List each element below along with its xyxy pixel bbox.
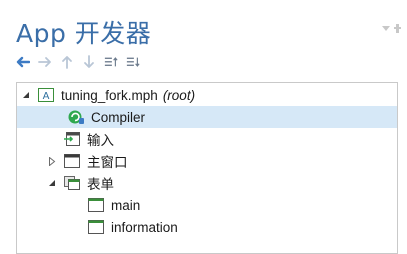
- root-name: tuning_fork.mph: [61, 87, 158, 103]
- collapse-all-icon[interactable]: [104, 55, 118, 69]
- root-suffix: (root): [162, 87, 196, 103]
- tree-node-main-window[interactable]: 主窗口: [47, 150, 128, 172]
- compiler-label: Compiler: [91, 109, 146, 125]
- back-arrow-icon[interactable]: [16, 55, 30, 69]
- tree-toolbar: [16, 55, 140, 69]
- application-builder-panel: App 开发器 A tuning_fork.mph (root) Compile…: [0, 0, 407, 254]
- form-icon: [87, 197, 105, 213]
- expanded-triangle-icon[interactable]: [47, 178, 57, 188]
- collapsed-triangle-icon[interactable]: [47, 156, 57, 166]
- main-window-icon: [63, 153, 81, 169]
- pin-icon[interactable]: [394, 24, 401, 33]
- panel-menu-dropdown-icon[interactable]: [382, 26, 390, 31]
- move-down-icon[interactable]: [82, 55, 96, 69]
- form-information-label: information: [111, 219, 178, 235]
- forms-icon: [63, 175, 81, 191]
- expanded-triangle-icon[interactable]: [21, 90, 31, 100]
- tree-node-compiler[interactable]: Compiler: [17, 106, 397, 128]
- forms-label: 表单: [87, 177, 114, 192]
- form-icon: [87, 219, 105, 235]
- input-declarations-icon: [63, 131, 81, 147]
- panel-title: App 开发器: [16, 19, 152, 48]
- application-root-icon: A: [37, 87, 55, 103]
- application-tree: A tuning_fork.mph (root) Compiler 输入 主窗口…: [16, 82, 398, 254]
- forward-arrow-icon[interactable]: [38, 55, 52, 69]
- compiler-icon: [67, 109, 85, 125]
- panel-window-controls: [382, 24, 401, 33]
- tree-node-root[interactable]: A tuning_fork.mph (root): [21, 84, 195, 106]
- move-up-icon[interactable]: [60, 55, 74, 69]
- tree-node-input[interactable]: 输入: [63, 128, 114, 150]
- form-main-label: main: [111, 197, 141, 213]
- expand-all-icon[interactable]: [126, 55, 140, 69]
- tree-node-form-information[interactable]: information: [87, 216, 178, 238]
- input-label: 输入: [87, 133, 114, 148]
- main-window-label: 主窗口: [87, 155, 128, 170]
- tree-node-form-main[interactable]: main: [87, 194, 140, 216]
- svg-text:A: A: [43, 91, 50, 102]
- tree-node-forms[interactable]: 表单: [47, 172, 114, 194]
